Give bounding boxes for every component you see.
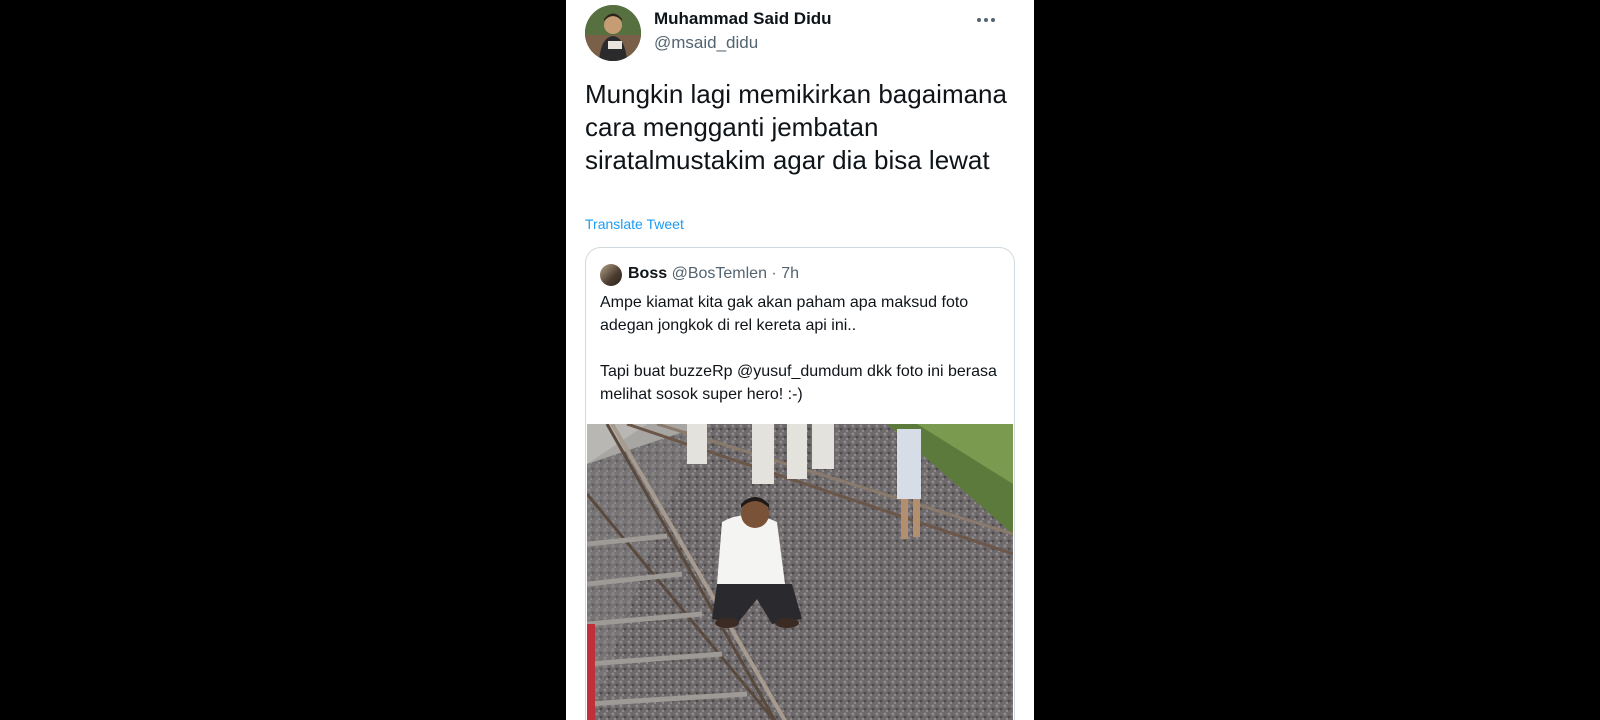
quoted-author-handle: @BosTemlen (671, 265, 767, 282)
dot (991, 18, 995, 22)
tweet-text: Mungkin lagi memikirkan bagaimana cara m… (585, 79, 1007, 175)
dot (984, 18, 988, 22)
quoted-text-paragraph-1: Ampe kiamat kita gak akan paham apa maks… (600, 294, 969, 334)
quoted-text-paragraph-2: Tapi buat buzzeRp @yusuf_dumdum dkk foto… (600, 363, 997, 403)
separator-dot: · (771, 265, 777, 282)
translate-tweet-link[interactable]: Translate Tweet (585, 216, 684, 232)
quoted-tweet[interactable]: Boss @BosTemlen · 7h Ampe kiamat kita ga… (585, 247, 1015, 720)
quoted-tweet-header: Boss @BosTemlen · 7h (628, 265, 799, 283)
tweet-card: Muhammad Said Didu @msaid_didu Mungkin l… (566, 0, 1034, 720)
quoted-author-name: Boss (628, 265, 668, 282)
author-name[interactable]: Muhammad Said Didu (654, 9, 832, 29)
quoted-tweet-time: 7h (781, 265, 799, 282)
dot (977, 18, 981, 22)
author-handle[interactable]: @msaid_didu (654, 33, 758, 53)
author-avatar[interactable] (585, 5, 641, 61)
quoted-tweet-photo[interactable] (587, 424, 1013, 720)
quoted-tweet-text: Ampe kiamat kita gak akan paham apa maks… (600, 291, 1000, 406)
more-options-icon[interactable] (972, 8, 1000, 32)
quoted-author-avatar (600, 264, 622, 286)
